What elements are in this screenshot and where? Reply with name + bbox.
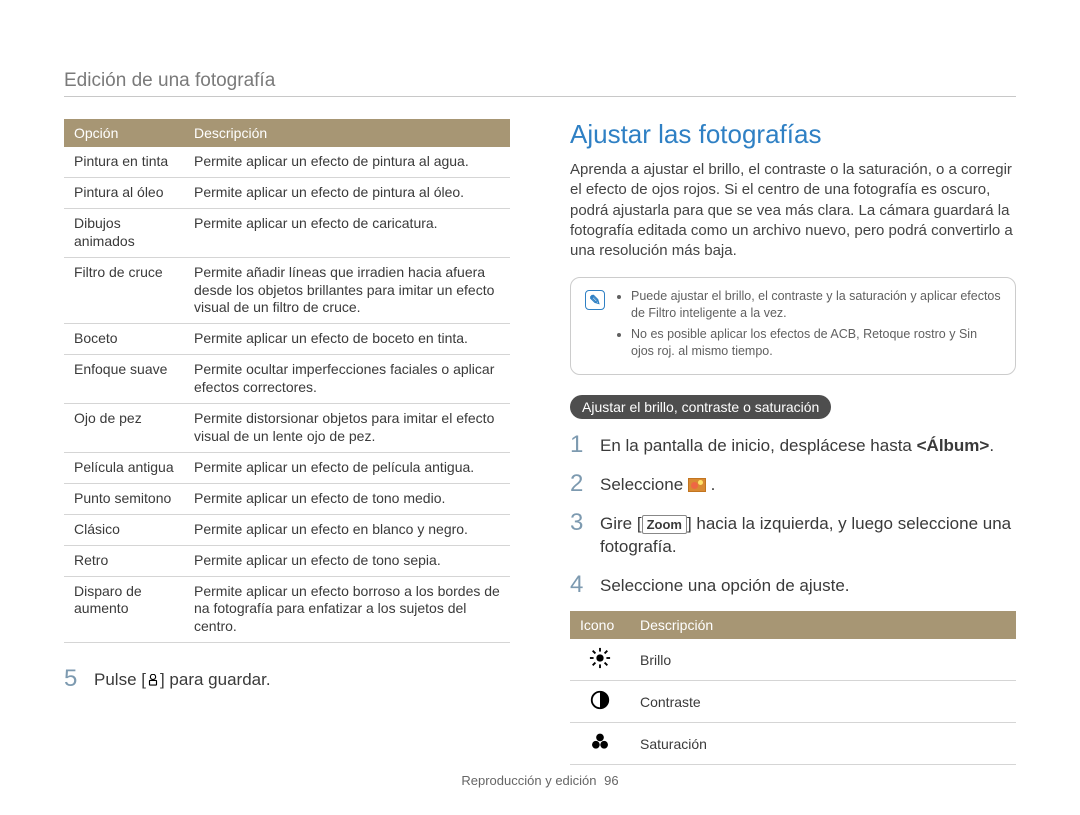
th-desc: Descripción — [184, 119, 510, 147]
table-row: BocetoPermite aplicar un efecto de bocet… — [64, 324, 510, 355]
note-icon: ✎ — [585, 290, 605, 310]
icon-table: Icono Descripción — [570, 611, 1016, 765]
intro-paragraph: Aprenda a ajustar el brillo, el contrast… — [570, 160, 1016, 261]
left-column: Opción Descripción Pintura en tintaPermi… — [64, 119, 510, 765]
table-row: Pintura en tintaPermite aplicar un efect… — [64, 147, 510, 177]
step-number: 2 — [570, 472, 592, 497]
camera-button-icon — [146, 674, 160, 688]
table-row: Brillo — [570, 639, 1016, 681]
th-option: Opción — [64, 119, 184, 147]
step-number: 1 — [570, 433, 592, 458]
th-desc: Descripción — [630, 611, 1016, 639]
table-row: Dibujos animadosPermite aplicar un efect… — [64, 208, 510, 257]
table-row: Punto semitonoPermite aplicar un efecto … — [64, 483, 510, 514]
zoom-keycap: Zoom — [642, 515, 687, 535]
page-footer: Reproducción y edición 96 — [64, 773, 1016, 788]
table-row: Disparo de aumentoPermite aplicar un efe… — [64, 576, 510, 643]
step-2: 2 Seleccione . — [570, 472, 1016, 497]
effects-table: Opción Descripción Pintura en tintaPermi… — [64, 119, 510, 643]
table-row: Enfoque suavePermite ocultar imperfeccio… — [64, 355, 510, 404]
subsection-pill: Ajustar el brillo, contraste o saturació… — [570, 395, 831, 419]
contrast-icon — [589, 689, 611, 711]
th-icon: Icono — [570, 611, 630, 639]
page-number: 96 — [604, 773, 618, 788]
step-5: 5 Pulse [] para guardar. — [64, 667, 510, 692]
table-row: Contraste — [570, 681, 1016, 723]
table-row: Pintura al óleoPermite aplicar un efecto… — [64, 177, 510, 208]
table-row: RetroPermite aplicar un efecto de tono s… — [64, 545, 510, 576]
step-number: 3 — [570, 511, 592, 559]
note-item: Puede ajustar el brillo, el contraste y … — [631, 288, 1001, 322]
brightness-icon — [589, 647, 611, 669]
footer-text: Reproducción y edición — [461, 773, 596, 788]
step-1: 1 En la pantalla de inicio, desplácese h… — [570, 433, 1016, 458]
step-4: 4 Seleccione una opción de ajuste. — [570, 573, 1016, 598]
saturation-icon — [589, 731, 611, 753]
step-3: 3 Gire [Zoom] hacia la izquierda, y lueg… — [570, 511, 1016, 559]
right-column: Ajustar las fotografías Aprenda a ajusta… — [570, 119, 1016, 765]
note-item: No es posible aplicar los efectos de ACB… — [631, 326, 1001, 360]
note-box: ✎ Puede ajustar el brillo, el contraste … — [570, 277, 1016, 375]
table-row: Saturación — [570, 723, 1016, 765]
step-number: 4 — [570, 573, 592, 598]
section-heading: Ajustar las fotografías — [570, 119, 1016, 150]
table-row: ClásicoPermite aplicar un efecto en blan… — [64, 514, 510, 545]
photo-icon — [688, 478, 706, 492]
table-row: Película antiguaPermite aplicar un efect… — [64, 452, 510, 483]
divider — [64, 96, 1016, 97]
table-row: Ojo de pezPermite distorsionar objetos p… — [64, 404, 510, 453]
breadcrumb: Edición de una fotografía — [64, 70, 1016, 92]
step-number: 5 — [64, 667, 86, 692]
table-row: Filtro de crucePermite añadir líneas que… — [64, 257, 510, 324]
